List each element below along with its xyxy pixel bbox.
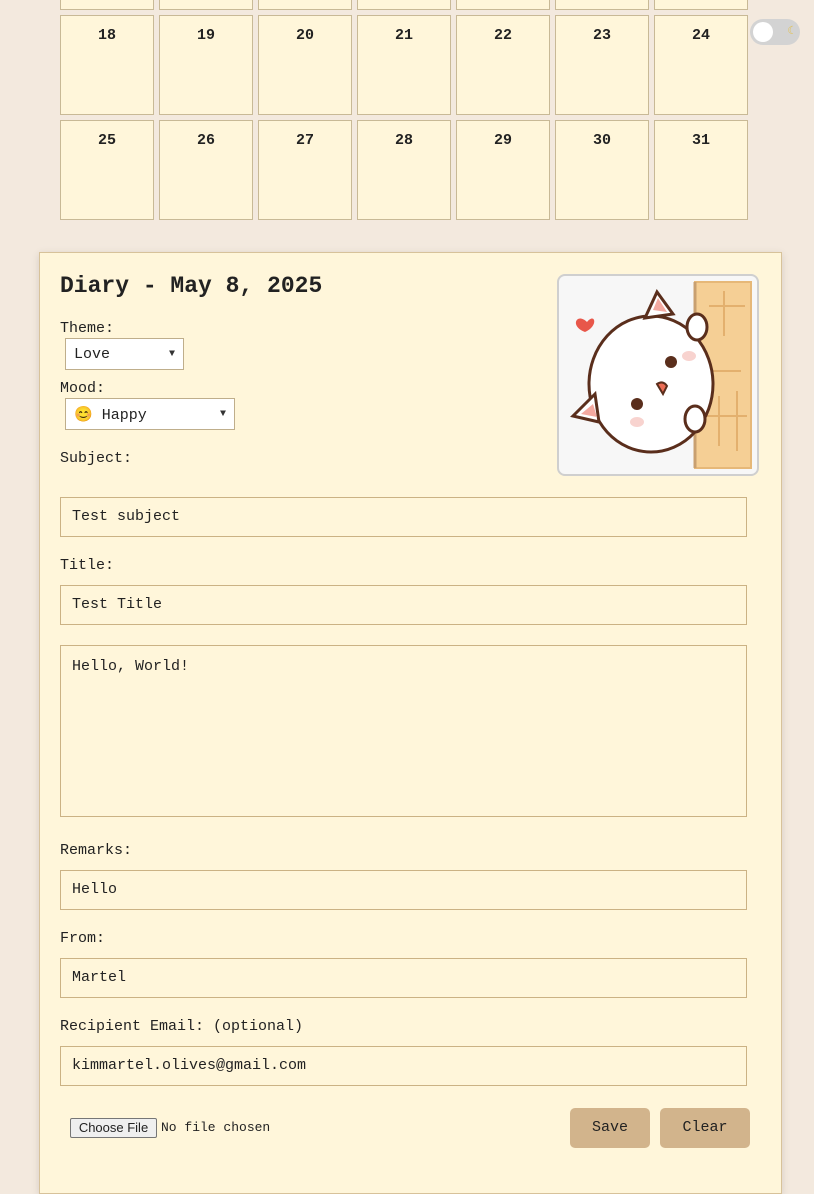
toggle-knob xyxy=(753,22,773,42)
calendar-week-row: 25 26 27 28 29 30 31 xyxy=(60,120,748,220)
calendar-day[interactable]: 31 xyxy=(654,120,748,220)
calendar-day[interactable] xyxy=(456,0,550,10)
cat-sticker-image xyxy=(557,274,759,476)
calendar-day[interactable] xyxy=(60,0,154,10)
calendar-day[interactable]: 21 xyxy=(357,15,451,115)
mood-select[interactable]: 😊 Happy ▼ xyxy=(65,398,235,430)
calendar-week-row xyxy=(60,0,748,10)
save-button[interactable]: Save xyxy=(570,1108,650,1148)
cat-peeking-icon xyxy=(570,281,752,469)
remarks-input[interactable]: Hello xyxy=(60,870,747,910)
calendar-day[interactable] xyxy=(258,0,352,10)
mood-value-text: Happy xyxy=(101,406,147,424)
calendar-day[interactable]: 28 xyxy=(357,120,451,220)
from-input[interactable]: Martel xyxy=(60,958,747,998)
email-label: Recipient Email: (optional) xyxy=(60,1018,304,1035)
calendar-day[interactable]: 20 xyxy=(258,15,352,115)
calendar-grid: 18 19 20 21 22 23 24 25 26 27 28 29 30 3… xyxy=(60,0,748,225)
calendar-day[interactable]: 30 xyxy=(555,120,649,220)
diary-title: Diary - May 8, 2025 xyxy=(60,273,323,299)
calendar-day[interactable] xyxy=(159,0,253,10)
calendar-day[interactable]: 24 xyxy=(654,15,748,115)
title-label: Title: xyxy=(60,557,115,574)
calendar-week-row: 18 19 20 21 22 23 24 xyxy=(60,15,748,115)
calendar-day[interactable]: 25 xyxy=(60,120,154,220)
theme-select[interactable]: Love ▼ xyxy=(65,338,184,370)
mood-label: Mood: xyxy=(60,380,106,397)
theme-select-value: Love xyxy=(74,345,111,363)
moon-icon: ☾ xyxy=(787,26,794,38)
calendar-day[interactable]: 26 xyxy=(159,120,253,220)
dark-mode-toggle[interactable]: ☾ xyxy=(750,19,800,45)
calendar-day[interactable] xyxy=(654,0,748,10)
mood-select-value: 😊 Happy xyxy=(74,405,147,424)
subject-input[interactable]: Test subject xyxy=(60,497,747,537)
file-status-text: No file chosen xyxy=(161,1120,271,1135)
calendar-day[interactable]: 27 xyxy=(258,120,352,220)
from-label: From: xyxy=(60,930,106,947)
subject-label: Subject: xyxy=(60,450,133,467)
theme-label: Theme: xyxy=(60,320,115,337)
calendar-day[interactable]: 18 xyxy=(60,15,154,115)
calendar-day[interactable] xyxy=(357,0,451,10)
choose-file-button[interactable]: Choose File xyxy=(70,1118,157,1138)
calendar-day[interactable] xyxy=(555,0,649,10)
chevron-down-icon: ▼ xyxy=(219,408,226,420)
email-input[interactable]: kimmartel.olives@gmail.com xyxy=(60,1046,747,1086)
diary-body-textarea[interactable]: Hello, World! xyxy=(60,645,747,817)
diary-panel: Diary - May 8, 2025 Theme: Love ▼ Mood: … xyxy=(39,252,782,1194)
smile-emoji-icon: 😊 xyxy=(74,406,93,424)
calendar-day[interactable]: 29 xyxy=(456,120,550,220)
clear-button[interactable]: Clear xyxy=(660,1108,750,1148)
chevron-down-icon: ▼ xyxy=(168,348,175,360)
title-input[interactable]: Test Title xyxy=(60,585,747,625)
calendar-day[interactable]: 19 xyxy=(159,15,253,115)
calendar-day[interactable]: 23 xyxy=(555,15,649,115)
calendar-day[interactable]: 22 xyxy=(456,15,550,115)
remarks-label: Remarks: xyxy=(60,842,133,859)
